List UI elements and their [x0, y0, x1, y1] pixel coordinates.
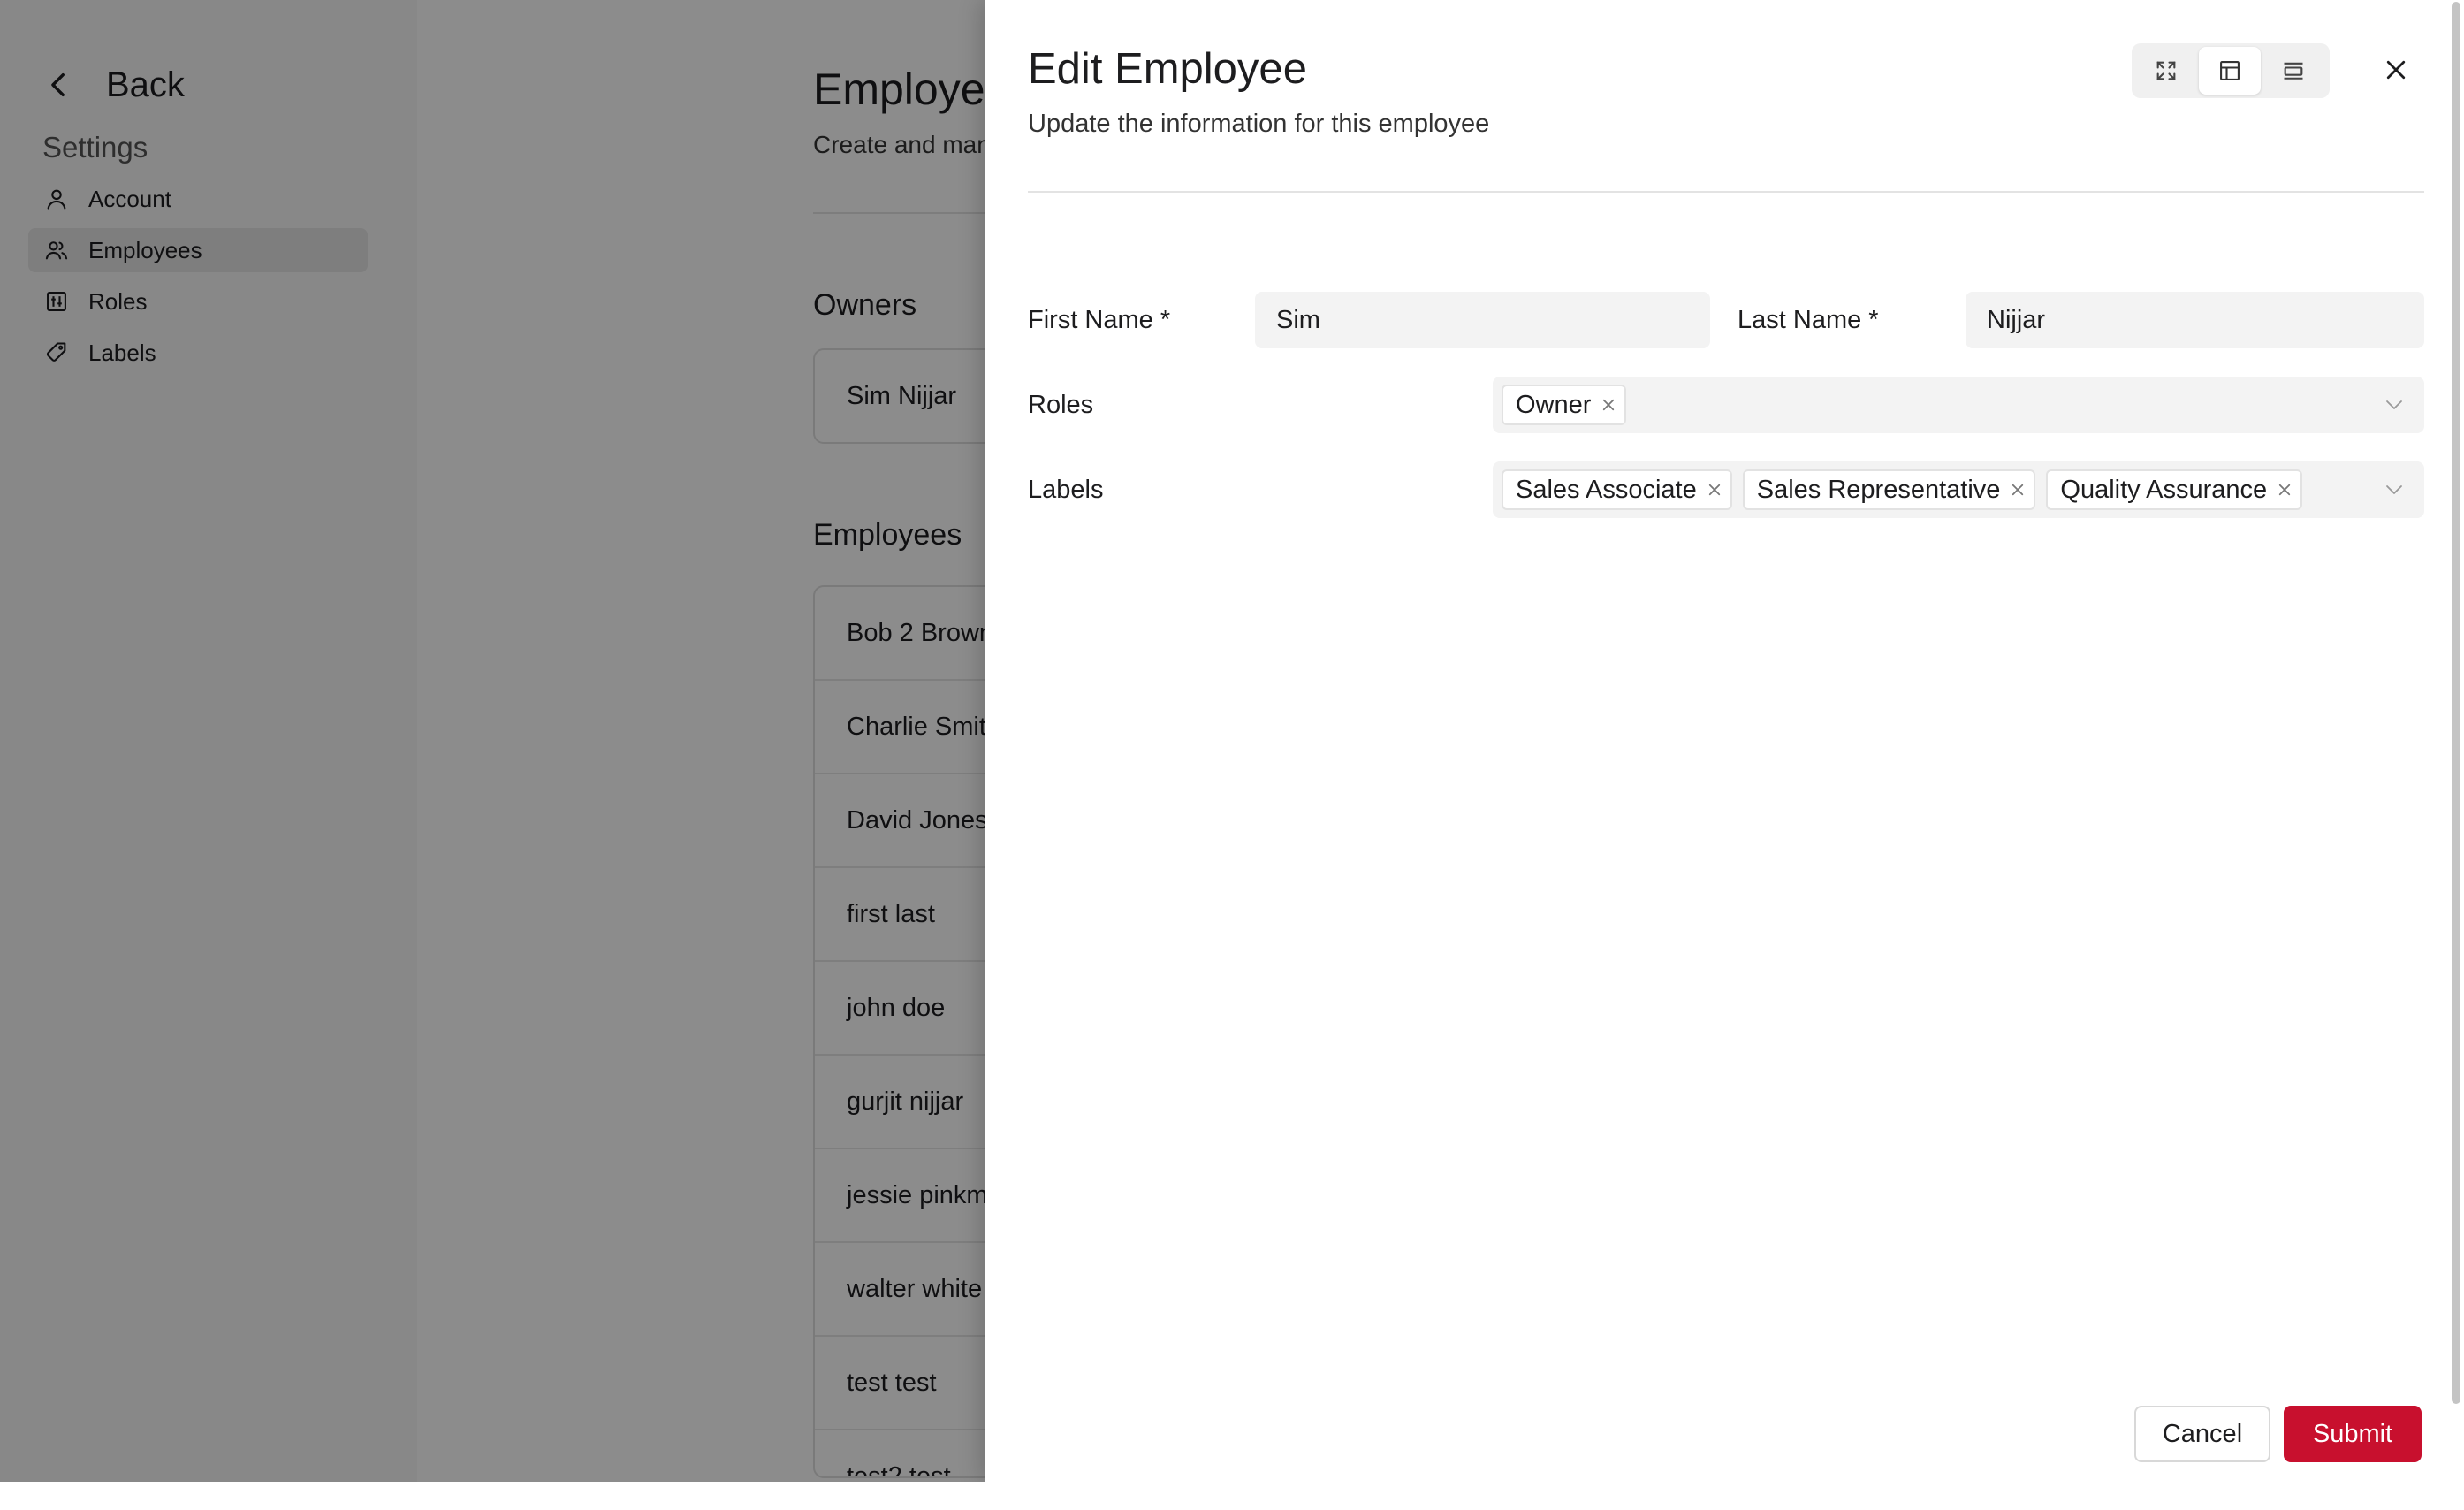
last-name-label: Last Name *	[1738, 306, 1879, 334]
role-tag: Owner	[1502, 385, 1627, 425]
roles-label: Roles	[1028, 391, 1094, 419]
close-icon	[2386, 60, 2406, 80]
remove-tag-button[interactable]	[2276, 481, 2293, 499]
close-icon	[1708, 484, 1720, 496]
bottom-panel-view-button[interactable]	[2262, 47, 2324, 95]
submit-button[interactable]: Submit	[2284, 1406, 2422, 1462]
divider	[1028, 191, 2424, 193]
first-name-label: First Name *	[1028, 306, 1171, 334]
fullscreen-view-button[interactable]	[2135, 47, 2197, 95]
side-panel-view-button[interactable]	[2199, 47, 2261, 95]
labels-select[interactable]: Sales Associate Sales Representative Qua…	[1493, 461, 2424, 518]
side-panel-icon	[2220, 61, 2240, 80]
tag-label: Sales Representative	[1756, 475, 2001, 504]
view-mode-toggle	[2132, 43, 2330, 98]
app-window: Back Settings Account Employees Roles La…	[0, 0, 2464, 1482]
expand-icon	[2156, 61, 2176, 80]
roles-select[interactable]: Owner	[1493, 377, 2424, 433]
tag-label: Owner	[1516, 390, 1592, 419]
scrollbar-thumb[interactable]	[2452, 2, 2460, 1404]
close-icon	[2278, 484, 2291, 496]
last-name-input[interactable]	[1966, 292, 2424, 348]
label-tag: Sales Associate	[1502, 469, 1732, 510]
tag-label: Quality Assurance	[2060, 475, 2268, 504]
remove-tag-button[interactable]	[1706, 481, 1723, 499]
label-tag: Sales Representative	[1742, 469, 2036, 510]
bottom-panel-icon	[2284, 62, 2303, 80]
labels-label: Labels	[1028, 476, 1104, 504]
drawer-title: Edit Employee	[1028, 45, 1307, 93]
remove-tag-button[interactable]	[2009, 481, 2027, 499]
scrollbar[interactable]	[2448, 0, 2464, 1482]
chevron-down-icon	[2386, 400, 2402, 409]
chevron-down-icon	[2386, 485, 2402, 494]
close-icon	[2012, 484, 2024, 496]
cancel-button[interactable]: Cancel	[2134, 1406, 2270, 1462]
tag-label: Sales Associate	[1516, 475, 1697, 504]
label-tag: Quality Assurance	[2046, 469, 2303, 510]
close-icon	[1603, 399, 1615, 411]
edit-employee-drawer: Edit Employee Update the information for…	[985, 0, 2448, 1482]
first-name-input[interactable]	[1255, 292, 1710, 348]
drawer-subtitle: Update the information for this employee	[1028, 110, 1490, 138]
remove-tag-button[interactable]	[1600, 396, 1617, 414]
close-button[interactable]	[2376, 50, 2416, 90]
